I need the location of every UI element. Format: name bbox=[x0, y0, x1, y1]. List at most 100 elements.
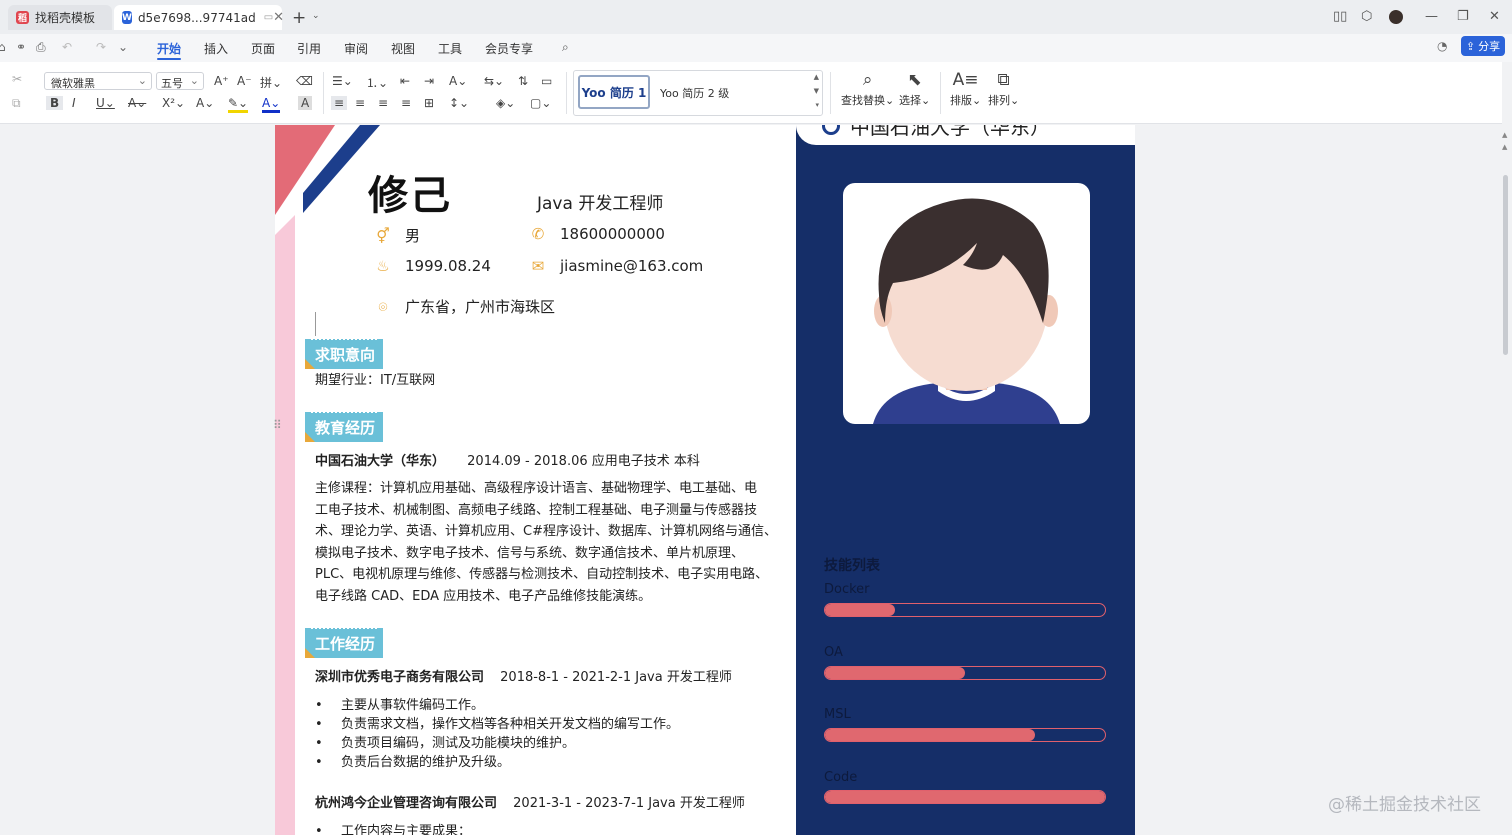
menu-insert[interactable]: 插入 bbox=[204, 40, 228, 57]
undo-icon[interactable]: ↶ bbox=[62, 40, 72, 54]
scroll-up-icon[interactable]: ▲ bbox=[814, 73, 819, 81]
menu-review[interactable]: 审阅 bbox=[344, 40, 368, 57]
university-logo-icon bbox=[822, 125, 840, 135]
avatar[interactable] bbox=[1389, 10, 1403, 24]
numbered-list-icon[interactable]: ⒈⌄ bbox=[366, 74, 388, 91]
birthday-value: 1999.08.24 bbox=[405, 257, 491, 275]
avatar-illustration bbox=[873, 198, 1060, 424]
expand-icon[interactable]: ▾ bbox=[815, 101, 819, 109]
line-spacing-icon[interactable]: ↕⌄ bbox=[449, 96, 469, 110]
text-direction-icon[interactable]: A⌄ bbox=[449, 74, 467, 88]
education-header: 中国石油大学（华东） 2014.09 - 2018.06 应用电子技术 本科 bbox=[315, 451, 700, 473]
tab-document[interactable]: W d5e7698...97741ad ▭ ✕ bbox=[114, 5, 284, 30]
cube-icon[interactable]: ⬡ bbox=[1361, 9, 1372, 24]
copy-icon[interactable]: ⧉ bbox=[12, 96, 21, 111]
scroll-down-icon[interactable]: ▼ bbox=[814, 87, 819, 95]
highlight-icon[interactable]: ✎⌄ bbox=[228, 96, 249, 113]
style-yoo-2[interactable]: Yoo 简历 2 级 bbox=[660, 85, 729, 101]
comment-icon[interactable]: ◔ bbox=[1437, 39, 1447, 53]
share-label: 分享 bbox=[1478, 40, 1501, 53]
gender-value: 男 bbox=[405, 227, 421, 245]
scroll-up-icon[interactable]: ▲ bbox=[1502, 131, 1507, 139]
menu-page[interactable]: 页面 bbox=[251, 40, 275, 57]
find-replace-button[interactable]: ⌕ 查找替换⌄ bbox=[841, 70, 894, 108]
window-close-icon[interactable]: ✕ bbox=[1489, 9, 1500, 24]
education-detail: 2014.09 - 2018.06 应用电子技术 本科 bbox=[467, 454, 700, 469]
redo-icon[interactable]: ↷ bbox=[96, 40, 106, 54]
underline-icon[interactable]: U⌄ bbox=[96, 96, 115, 110]
courses-line: 术、理论力学、英语、计算机应用、C#程序设计、数据库、计算机网络与通信、 bbox=[315, 524, 777, 540]
superscript-icon[interactable]: X²⌄ bbox=[162, 96, 185, 110]
shrink-font-icon[interactable]: A⁻ bbox=[237, 74, 252, 88]
list-item: 负责项目编码，测试及功能模块的维护。 bbox=[315, 734, 679, 753]
italic-icon[interactable]: I bbox=[72, 96, 76, 110]
cut-icon[interactable]: ✂ bbox=[12, 72, 22, 86]
email-value: jiasmine@163.com bbox=[560, 257, 704, 275]
shading-icon[interactable]: ◈⌄ bbox=[496, 96, 515, 110]
chevron-down-icon[interactable]: ⌄ bbox=[118, 40, 128, 54]
menu-member[interactable]: 会员专享 bbox=[485, 40, 533, 57]
menu-view[interactable]: 视图 bbox=[391, 40, 415, 57]
grow-font-icon[interactable]: A⁺ bbox=[214, 74, 229, 88]
font-size-select[interactable]: 五号 ⌄ bbox=[156, 72, 204, 90]
decrease-indent-icon[interactable]: ⇤ bbox=[400, 74, 410, 88]
university-header-text: 中国石油大学（华东） bbox=[850, 125, 1050, 139]
scrollbar-thumb[interactable] bbox=[1503, 175, 1508, 355]
link-icon[interactable]: ⚭ bbox=[16, 40, 26, 54]
clear-format-icon[interactable]: ⌫ bbox=[296, 74, 313, 88]
sort-icon[interactable]: ⇅ bbox=[518, 74, 528, 88]
menu-reference[interactable]: 引用 bbox=[297, 40, 321, 57]
bullet-list-icon[interactable]: ☰⌄ bbox=[332, 74, 353, 88]
font-color-icon[interactable]: A⌄ bbox=[262, 96, 281, 113]
tab-template[interactable]: 稻 找稻壳模板 bbox=[8, 5, 112, 30]
restore-icon[interactable]: ❐ bbox=[1457, 9, 1469, 24]
justify-icon[interactable]: ≡ bbox=[401, 96, 411, 110]
strikethrough-icon[interactable]: A⌄ bbox=[128, 96, 146, 110]
tag-dots bbox=[311, 338, 377, 340]
company-name: 深圳市优秀电子商务有限公司 bbox=[315, 670, 485, 685]
text-effect-icon[interactable]: A⌄ bbox=[196, 96, 214, 110]
new-tab-icon[interactable]: + bbox=[292, 8, 306, 28]
share-button[interactable]: ⇪ 分享 bbox=[1461, 36, 1505, 56]
location-row: ⌾ 广东省，广州市海珠区 bbox=[373, 296, 555, 317]
layout-icon[interactable]: ▯▯ bbox=[1333, 9, 1347, 24]
phone-value: 18600000000 bbox=[560, 225, 665, 243]
line-sort-icon[interactable]: ⇆⌄ bbox=[484, 74, 504, 88]
vertical-scrollbar[interactable]: ▲ ▲ bbox=[1500, 125, 1512, 835]
home-icon[interactable]: ⌂ bbox=[0, 40, 6, 54]
job-header: 深圳市优秀电子商务有限公司 2018-8-1 - 2021-2-1 Java 开… bbox=[315, 667, 732, 689]
word-doc-icon: W bbox=[122, 11, 132, 24]
minimize-icon[interactable]: — bbox=[1425, 9, 1438, 24]
skill-bar-code bbox=[824, 790, 1106, 804]
menu-tools[interactable]: 工具 bbox=[438, 40, 462, 57]
chevron-down-icon[interactable]: ⌄ bbox=[312, 11, 320, 21]
preview-icon[interactable]: ⎙ bbox=[36, 40, 46, 55]
select-button[interactable]: ⬉ 选择⌄ bbox=[899, 70, 930, 108]
phonetic-icon[interactable]: 拼⌄ bbox=[260, 74, 282, 91]
scroll-up-icon[interactable]: ▲ bbox=[1502, 143, 1507, 151]
text-cursor bbox=[315, 312, 316, 336]
document-page[interactable]: 修己 Java 开发工程师 ⚥ 男 ✆ 18600000000 ♨ 1999.0… bbox=[275, 125, 1135, 835]
job-detail: 2018-8-1 - 2021-2-1 Java 开发工程师 bbox=[500, 670, 732, 685]
close-icon[interactable]: ✕ bbox=[273, 10, 284, 25]
menu-home[interactable]: 开始 bbox=[157, 40, 181, 57]
search-icon[interactable]: ⌕ bbox=[562, 40, 569, 55]
drag-handle-icon[interactable]: ⠿ bbox=[273, 418, 282, 432]
increase-indent-icon[interactable]: ⇥ bbox=[424, 74, 434, 88]
border-icon[interactable]: ▢⌄ bbox=[530, 96, 551, 110]
profile-photo[interactable] bbox=[843, 183, 1090, 424]
align-left-icon[interactable]: ≡ bbox=[331, 96, 348, 110]
distribute-icon[interactable]: ⊞ bbox=[424, 96, 434, 110]
align-right-icon[interactable]: ≡ bbox=[378, 96, 388, 110]
layout-button[interactable]: A≡ 排版⌄ bbox=[950, 70, 981, 108]
resume-job-title: Java 开发工程师 bbox=[537, 194, 664, 214]
show-marks-icon[interactable]: ▭ bbox=[541, 74, 552, 88]
tab-monitor-icon[interactable]: ▭ bbox=[264, 12, 273, 23]
arrange-button[interactable]: ⧉ 排列⌄ bbox=[988, 70, 1019, 108]
style-yoo-1[interactable]: Yoo 简历 1 bbox=[578, 75, 650, 109]
section-title: 求职意向 bbox=[315, 345, 376, 364]
char-shading-icon[interactable]: A bbox=[298, 96, 313, 110]
align-center-icon[interactable]: ≡ bbox=[355, 96, 365, 110]
bold-icon[interactable]: B bbox=[46, 96, 64, 110]
font-name-select[interactable]: 微软雅黑 ⌄ bbox=[44, 72, 152, 90]
